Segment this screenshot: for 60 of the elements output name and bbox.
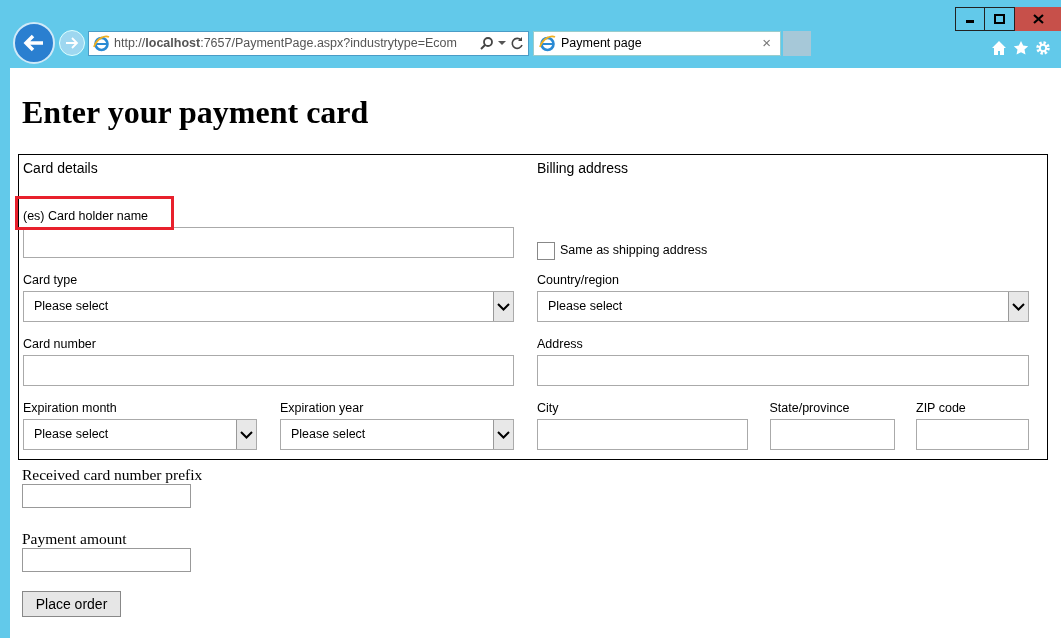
- field-label: Address: [537, 337, 583, 352]
- input-field[interactable]: [916, 419, 1029, 450]
- browser-logo-icon: [93, 34, 110, 52]
- close-button[interactable]: [1015, 7, 1061, 31]
- browser-tab[interactable]: Payment page ×: [533, 30, 781, 56]
- dropdown-button[interactable]: [236, 420, 256, 449]
- field-label: Card number: [23, 337, 96, 352]
- field-label: Expiration month: [23, 401, 117, 416]
- maximize-icon: [994, 14, 1005, 24]
- input-field[interactable]: [22, 484, 191, 508]
- back-button[interactable]: [13, 22, 55, 64]
- section-title: Billing address: [537, 159, 630, 178]
- place-order-button[interactable]: Place order: [22, 591, 121, 617]
- input-field[interactable]: [537, 355, 1029, 386]
- field-label: ZIP code: [916, 401, 966, 416]
- arrow-right-icon: [65, 37, 79, 49]
- input-field[interactable]: [537, 419, 748, 450]
- browser-logo-icon: [539, 34, 556, 52]
- dropdown[interactable]: Please select: [23, 419, 257, 450]
- search-icon[interactable]: [480, 36, 494, 50]
- dropdown[interactable]: Please select: [537, 291, 1029, 322]
- field-label: Country/region: [537, 273, 619, 288]
- close-icon: [1032, 14, 1044, 24]
- forward-button[interactable]: [59, 30, 85, 56]
- address-bar[interactable]: http://localhost:7657/PaymentPage.aspx?industrytype=Ecom: [88, 30, 529, 56]
- dropdown-button[interactable]: [1008, 292, 1028, 321]
- field-label: Payment amount: [22, 530, 128, 548]
- field-label: Card type: [23, 273, 78, 288]
- home-icon[interactable]: [991, 40, 1007, 56]
- input-field[interactable]: [22, 548, 191, 572]
- dropdown-button[interactable]: [493, 420, 513, 449]
- input-field[interactable]: [23, 227, 514, 258]
- checkbox-label: Same as shipping address: [560, 242, 708, 260]
- field-label: City: [537, 401, 559, 416]
- section-title: Card details: [23, 159, 99, 178]
- arrow-left-icon: [23, 33, 45, 53]
- chevron-down-icon: [497, 302, 510, 311]
- chevron-down-icon: [1012, 302, 1025, 311]
- input-field[interactable]: [23, 355, 514, 386]
- star-icon[interactable]: [1013, 40, 1029, 56]
- settings-icon[interactable]: [1035, 40, 1051, 56]
- chevron-down-icon: [240, 430, 253, 439]
- url-text: http://localhost:7657/PaymentPage.aspx?industrytype=Ecom: [114, 34, 458, 52]
- field-label: (es) Card holder name: [23, 209, 149, 224]
- caret-icon[interactable]: [498, 40, 506, 46]
- dropdown[interactable]: Please select: [280, 419, 514, 450]
- field-label: Received card number prefix: [22, 466, 204, 484]
- chevron-down-icon: [497, 430, 510, 439]
- minimize-button[interactable]: [955, 7, 985, 31]
- tab-close-button[interactable]: ×: [762, 31, 775, 55]
- field-label: Expiration year: [280, 401, 364, 416]
- maximize-button[interactable]: [985, 7, 1015, 31]
- checkbox[interactable]: [537, 241, 555, 260]
- input-field[interactable]: [769, 419, 895, 450]
- page-heading: Enter your payment card: [22, 93, 370, 132]
- tab-title: Payment page: [561, 34, 643, 52]
- dropdown-button[interactable]: [493, 292, 513, 321]
- refresh-icon[interactable]: [510, 36, 524, 50]
- field-label: State/province: [769, 401, 850, 416]
- dropdown[interactable]: Please select: [23, 291, 514, 322]
